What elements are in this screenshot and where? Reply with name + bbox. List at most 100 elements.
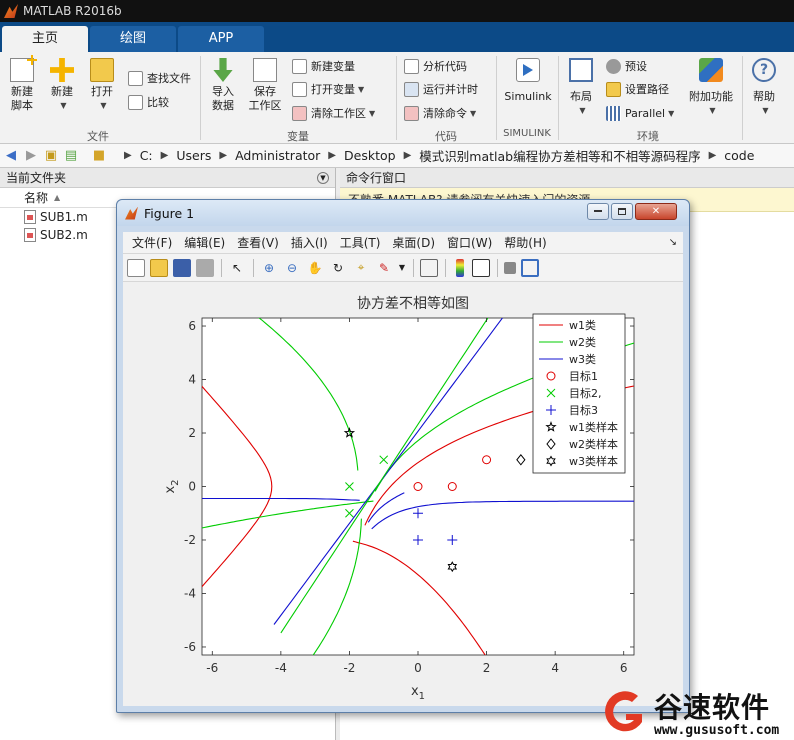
- m-file-icon: [24, 228, 36, 242]
- link-plot-icon[interactable]: [420, 258, 438, 277]
- menu-tools[interactable]: 工具(T): [340, 234, 381, 251]
- app-title-bar: MATLAB R2016b: [0, 0, 794, 22]
- open-variable-button[interactable]: 打开变量 ▼: [292, 79, 364, 99]
- breadcrumb-item[interactable]: Desktop: [344, 148, 396, 163]
- y-tick-label: 2: [188, 426, 196, 440]
- group-label-environment: 环境: [637, 130, 659, 143]
- browse-folder-icon[interactable]: ▤: [62, 147, 80, 165]
- import-data-button[interactable]: 导入 数据: [206, 58, 240, 113]
- parallel-button[interactable]: Parallel ▼: [606, 103, 674, 123]
- parallel-icon: [606, 105, 621, 121]
- file-name: SUB1.m: [40, 210, 88, 224]
- y-tick-label: 4: [188, 373, 196, 387]
- tab-apps[interactable]: APP: [178, 26, 264, 52]
- pointer-icon[interactable]: ↖: [228, 259, 246, 277]
- figure-window[interactable]: Figure 1 ✕ 文件(F) 编辑(E) 查看(V) 插入(I) 工具(T)…: [116, 199, 690, 713]
- import-icon: [213, 58, 233, 82]
- chart-svg[interactable]: 协方差不相等如图 -6 -4 -2 0 2 4 6-6-4-20246 x1 x2 w1类w…: [123, 282, 683, 706]
- find-files-button[interactable]: 查找文件: [128, 68, 191, 88]
- layout-button[interactable]: 布局 ▼: [564, 58, 598, 118]
- new-script-button[interactable]: 新建 脚本: [6, 55, 38, 113]
- forward-arrow-icon[interactable]: ▶: [22, 147, 40, 165]
- new-figure-icon[interactable]: [127, 258, 145, 277]
- set-path-button[interactable]: 设置路径: [606, 79, 669, 99]
- breadcrumb-item[interactable]: 模式识别matlab编程协方差相等和不相等源码程序: [419, 146, 700, 165]
- dock-arrow-icon[interactable]: ↘: [669, 237, 677, 248]
- colorbar-icon[interactable]: [456, 258, 464, 277]
- open-variable-label: 打开变量: [311, 83, 355, 96]
- y-tick-label: 0: [188, 480, 196, 494]
- tab-plots[interactable]: 绘图: [90, 26, 176, 52]
- clear-workspace-icon: [292, 105, 307, 121]
- legend-entry-label: w1类: [569, 318, 596, 332]
- rotate-3d-icon[interactable]: ↻: [329, 259, 347, 277]
- panel-menu-icon[interactable]: ▼: [317, 171, 329, 184]
- minimize-button[interactable]: [587, 203, 609, 220]
- open-button[interactable]: 打开 ▼: [86, 58, 118, 113]
- analyze-code-button[interactable]: 分析代码: [404, 56, 467, 76]
- pan-hand-icon[interactable]: ✋: [306, 259, 324, 277]
- clear-commands-icon: [404, 105, 419, 121]
- preferences-button[interactable]: 预设: [606, 56, 647, 76]
- menu-insert[interactable]: 插入(I): [291, 234, 328, 251]
- ribbon-tabs: 主页 绘图 APP: [0, 22, 794, 52]
- data-cursor-icon[interactable]: ⌖: [352, 259, 370, 277]
- command-window-header: 命令行窗口: [340, 168, 794, 188]
- menu-window[interactable]: 窗口(W): [447, 234, 492, 251]
- save-workspace-icon: [253, 58, 277, 82]
- new-variable-button[interactable]: 新建变量: [292, 56, 355, 76]
- chevron-down-icon: ▼: [668, 108, 675, 118]
- breadcrumb-item[interactable]: code: [724, 148, 754, 163]
- legend-icon[interactable]: [472, 258, 490, 277]
- y-tick-label: -6: [184, 640, 196, 654]
- layout-icon: [569, 58, 593, 82]
- save-icon[interactable]: [173, 258, 191, 277]
- save-workspace-button[interactable]: 保存 工作区: [246, 58, 284, 113]
- tab-home[interactable]: 主页: [2, 26, 88, 52]
- add-ons-button[interactable]: 附加功能 ▼: [686, 58, 736, 118]
- chevron-down-icon: ▼: [60, 101, 67, 110]
- breadcrumb-item[interactable]: Administrator: [235, 148, 320, 163]
- menu-edit[interactable]: 编辑(E): [184, 234, 225, 251]
- simulink-label: Simulink: [504, 90, 552, 103]
- clear-workspace-button[interactable]: 清除工作区 ▼: [292, 103, 375, 123]
- legend[interactable]: w1类 w2类 w3类目标1 目标2, 目标3 w1类样本 w2类样本 w3类样本: [532, 313, 626, 474]
- new-script-label: 新建 脚本: [11, 85, 33, 112]
- run-and-time-button[interactable]: 运行并计时: [404, 79, 478, 99]
- chevron-right-icon: ▶: [328, 150, 336, 161]
- breadcrumb-item[interactable]: C:: [140, 148, 153, 163]
- menu-file[interactable]: 文件(F): [132, 234, 172, 251]
- print-icon[interactable]: [196, 258, 214, 277]
- hide-plot-tools-icon[interactable]: [504, 261, 516, 274]
- y-tick-label: 6: [188, 319, 196, 333]
- chevron-down-icon[interactable]: ▼: [398, 259, 406, 277]
- menu-help[interactable]: 帮助(H): [504, 234, 546, 251]
- x-tick-label: 6: [620, 661, 628, 675]
- brush-icon[interactable]: ✎: [375, 259, 393, 277]
- menu-view[interactable]: 查看(V): [237, 234, 279, 251]
- close-button[interactable]: ✕: [635, 203, 677, 220]
- ribbon-divider: [396, 56, 397, 140]
- menu-desktop[interactable]: 桌面(D): [392, 234, 435, 251]
- show-plot-tools-icon[interactable]: [521, 258, 539, 277]
- up-folder-icon[interactable]: ▣: [42, 147, 60, 165]
- breadcrumb-item[interactable]: Users: [176, 148, 211, 163]
- add-ons-label: 附加功能: [689, 90, 733, 103]
- clear-commands-button[interactable]: 清除命令 ▼: [404, 103, 476, 123]
- simulink-button[interactable]: Simulink: [502, 58, 554, 104]
- chevron-down-icon: ▼: [100, 101, 107, 110]
- maximize-button[interactable]: [611, 203, 633, 220]
- gear-icon: [606, 58, 621, 74]
- sort-up-icon: ▲: [54, 193, 61, 202]
- zoom-in-icon[interactable]: ⊕: [260, 259, 278, 277]
- help-button[interactable]: ? 帮助 ▼: [748, 58, 780, 118]
- back-arrow-icon[interactable]: ◀: [2, 147, 20, 165]
- chevron-right-icon: ▶: [160, 150, 169, 161]
- new-button[interactable]: 新建 ▼: [46, 58, 78, 113]
- legend-entry-label: w2类样本: [569, 437, 618, 451]
- zoom-out-icon[interactable]: ⊖: [283, 259, 301, 277]
- compare-button[interactable]: 比较: [128, 92, 169, 112]
- legend-entry-label: 目标3: [569, 403, 598, 417]
- open-file-icon[interactable]: [150, 258, 168, 277]
- group-label-code: 代码: [435, 130, 457, 143]
